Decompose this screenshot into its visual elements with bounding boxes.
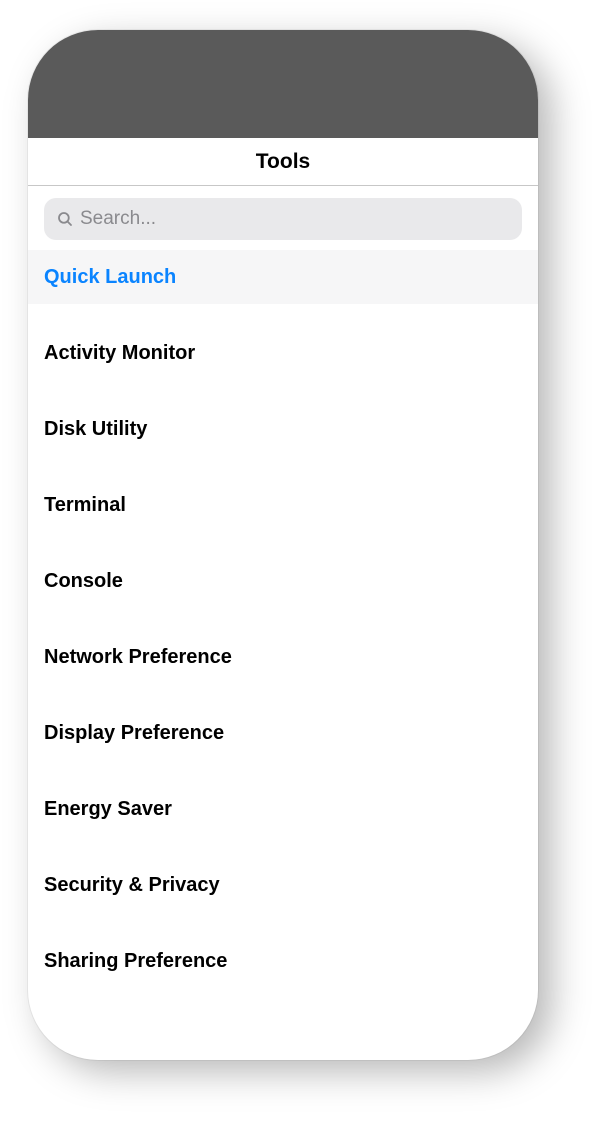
list-item-label: Security & Privacy xyxy=(44,874,220,897)
list-item-label: Display Preference xyxy=(44,722,224,745)
device-frame: Tools Quick Launch Activity Monitor xyxy=(28,30,538,1060)
search-field[interactable] xyxy=(44,198,522,240)
list-item-network-preference[interactable]: Network Preference xyxy=(28,630,538,684)
list-item-label: Energy Saver xyxy=(44,798,172,821)
status-bar xyxy=(28,30,538,138)
list-item-sharing-preference[interactable]: Sharing Preference xyxy=(28,934,538,988)
list-item-label: Sharing Preference xyxy=(44,950,227,973)
list-item-display-preference[interactable]: Display Preference xyxy=(28,706,538,760)
list-item-label: Disk Utility xyxy=(44,418,147,441)
search-container xyxy=(28,186,538,250)
page-title: Tools xyxy=(256,150,310,174)
search-icon xyxy=(56,210,74,228)
list-item-label: Quick Launch xyxy=(44,266,176,289)
search-input[interactable] xyxy=(80,208,510,230)
list-item-label: Network Preference xyxy=(44,646,232,669)
list-item-security-privacy[interactable]: Security & Privacy xyxy=(28,858,538,912)
nav-bar: Tools xyxy=(28,138,538,186)
list-item-energy-saver[interactable]: Energy Saver xyxy=(28,782,538,836)
list-item-quick-launch[interactable]: Quick Launch xyxy=(28,250,538,304)
list-item-terminal[interactable]: Terminal xyxy=(28,478,538,532)
list-item-console[interactable]: Console xyxy=(28,554,538,608)
list-item-activity-monitor[interactable]: Activity Monitor xyxy=(28,326,538,380)
list-item-label: Activity Monitor xyxy=(44,342,195,365)
list-item-disk-utility[interactable]: Disk Utility xyxy=(28,402,538,456)
tools-list: Quick Launch Activity Monitor Disk Utili… xyxy=(28,250,538,988)
list-item-label: Console xyxy=(44,570,123,593)
list-item-label: Terminal xyxy=(44,494,126,517)
